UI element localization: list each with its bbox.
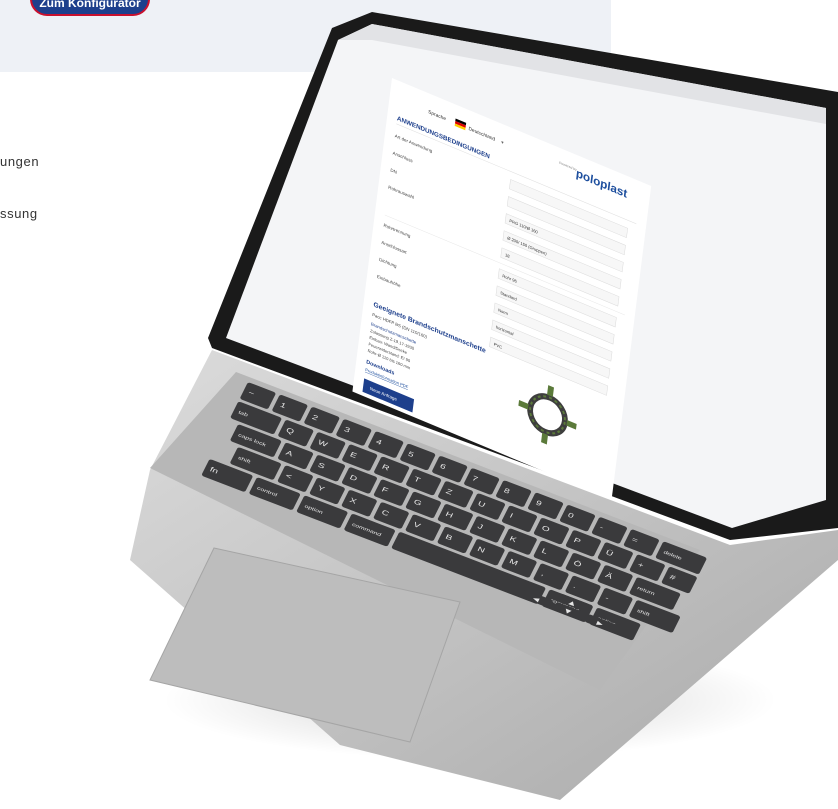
laptop-illustration: Sprache Deutschland ▾ Powered by polopla…	[130, 12, 838, 800]
